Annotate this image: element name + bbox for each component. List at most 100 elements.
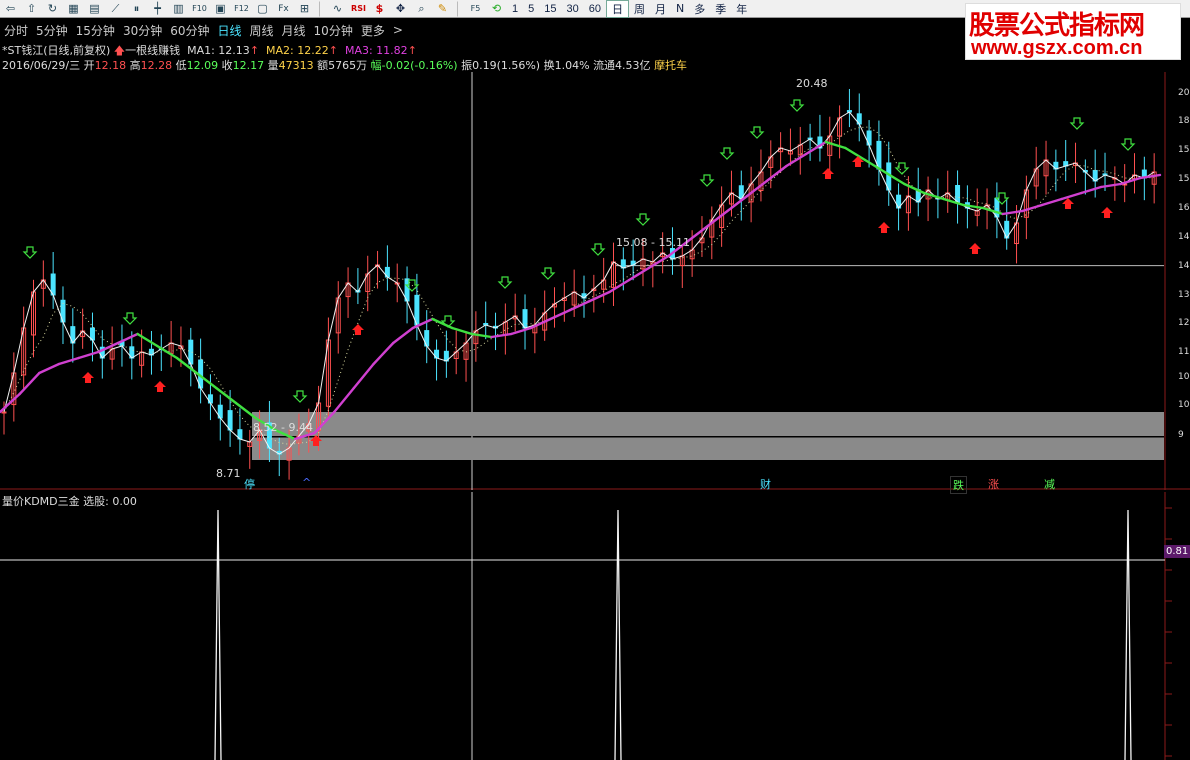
float-value: 流通4.53亿 (593, 59, 651, 72)
close-value: 12.17 (232, 59, 265, 72)
more-chevron-icon[interactable]: > (389, 23, 407, 37)
period-30-button[interactable]: 30 (562, 3, 584, 15)
event-reduce[interactable]: 减 (1042, 476, 1057, 492)
buy-signal-arrow (352, 324, 364, 335)
zoom-icon[interactable]: ⌕ (412, 1, 431, 17)
close-price-line (3, 111, 1155, 455)
period-weekly[interactable]: 周线 (246, 22, 278, 39)
turnover-value: 换1.04% (543, 59, 590, 72)
f5-icon[interactable]: F5 (466, 1, 485, 17)
tab-month[interactable]: 月 (650, 1, 671, 17)
signal-spike (614, 509, 622, 760)
amount-value: 额5765万 (317, 59, 368, 72)
refresh-icon[interactable]: ↻ (43, 1, 62, 17)
period-monthly[interactable]: 月线 (278, 22, 310, 39)
indicator-reading: 0.81 (1164, 545, 1190, 558)
table-icon[interactable]: ▤ (85, 1, 104, 17)
candle-icon[interactable]: ┿ (148, 1, 167, 17)
kline-chart[interactable] (0, 72, 1190, 490)
quote-date: 2016/06/29/三 (2, 59, 81, 72)
sell-signal-arrow (497, 276, 513, 289)
candle-body (50, 273, 56, 296)
period-5-button[interactable]: 5 (523, 3, 539, 15)
y-tick: 9 (1178, 430, 1184, 440)
watermark-url: www.gszx.com.cn (971, 37, 1143, 59)
indicator-chart[interactable] (0, 492, 1190, 760)
f10-icon[interactable]: F10 (190, 1, 209, 17)
high-price-label: 20.48 (796, 77, 828, 90)
period-60-button[interactable]: 60 (584, 3, 606, 15)
pause-icon[interactable]: ⏸ (127, 1, 146, 17)
amplitude-value: 振0.19(1.56%) (461, 59, 541, 72)
period-daily[interactable]: 日线 (214, 22, 246, 39)
tick-icon[interactable]: ▥ (169, 1, 188, 17)
line-chart-icon[interactable]: ⟋ (106, 1, 125, 17)
ma3-falling-segment (215, 386, 238, 405)
buy-signal-arrow (154, 381, 166, 392)
sell-signal-arrow (1069, 117, 1085, 130)
y-tick: 14 (1178, 232, 1190, 242)
tools-icon[interactable]: ⊞ (295, 1, 314, 17)
note-icon[interactable]: ▢ (253, 1, 272, 17)
candle-body (227, 410, 233, 431)
sell-signal-arrow (789, 99, 805, 112)
buy-signal-arrow (1101, 207, 1113, 218)
ma3-rising-segment (352, 362, 375, 390)
event-marker[interactable]: ^ (300, 476, 313, 489)
event-finance[interactable]: 财 (758, 476, 773, 492)
signal-spike (1124, 509, 1132, 760)
y-tick: 10 (1178, 372, 1190, 382)
y-tick: 16 (1178, 203, 1190, 213)
sell-signal-arrow (292, 390, 308, 403)
period-1-button[interactable]: 1 (507, 3, 523, 15)
text-icon[interactable]: ▣ (211, 1, 230, 17)
ma1-up-arrow-icon: ↑ (249, 44, 260, 57)
ma3-rising-segment (608, 278, 631, 294)
pencil-icon[interactable]: ✎ (433, 1, 452, 17)
event-rise[interactable]: 涨 (986, 476, 1001, 492)
fx-icon[interactable]: Fx (274, 1, 293, 17)
tab-week[interactable]: 周 (629, 1, 650, 17)
ma3-rising-segment (529, 317, 552, 330)
buy-signal-arrow (878, 222, 890, 233)
period-60min[interactable]: 60分钟 (166, 22, 213, 39)
tab-day[interactable]: 日 (606, 0, 629, 18)
tab-multi[interactable]: 多 (689, 1, 710, 17)
cross-move-icon[interactable]: ✥ (391, 1, 410, 17)
f12-icon[interactable]: F12 (232, 1, 251, 17)
close-label: 收 (221, 59, 233, 72)
tab-n[interactable]: N (671, 2, 689, 15)
ma2-up-arrow-icon: ↑ (328, 44, 338, 57)
wave-icon[interactable]: ∿ (328, 1, 347, 17)
chart-grid-icon[interactable]: ▦ (64, 1, 83, 17)
ma3-falling-segment (922, 191, 945, 201)
ma3-rising-segment (372, 341, 395, 366)
y-tick: 15 (1178, 145, 1190, 155)
period-more[interactable]: 更多 (357, 22, 389, 39)
period-30min[interactable]: 30分钟 (119, 22, 166, 39)
buy-signal-arrow (822, 168, 834, 179)
toolbar-separator (457, 0, 461, 17)
period-15min[interactable]: 15分钟 (72, 22, 119, 39)
period-10min[interactable]: 10分钟 (310, 22, 357, 39)
period-15-button[interactable]: 15 (539, 3, 561, 15)
ma2-value: MA2: 12.22 (266, 44, 329, 57)
ma3-falling-segment (451, 326, 474, 336)
event-suspend[interactable]: 停 (242, 476, 257, 492)
back-arrow-icon[interactable]: ⇦ (1, 1, 20, 17)
rsi-icon[interactable]: RSI (349, 1, 368, 17)
ma-dotted-line (3, 126, 1155, 445)
buy-signal-arrow (969, 243, 981, 254)
sell-signal-arrow (635, 213, 651, 226)
y-tick: 14 (1178, 261, 1190, 271)
tab-season[interactable]: 季 (710, 1, 731, 17)
sell-signal-arrow (1120, 138, 1136, 151)
dollar-icon[interactable]: $ (370, 1, 389, 17)
ma1-value: MA1: 12.13 (187, 44, 250, 57)
tab-year[interactable]: 年 (731, 1, 752, 17)
y-tick: 20 (1178, 88, 1190, 98)
up-arrow-icon[interactable]: ⇧ (22, 1, 41, 17)
period-fenshi[interactable]: 分时 (0, 22, 32, 39)
cycle-icon[interactable]: ⟲ (487, 1, 506, 17)
period-5min[interactable]: 5分钟 (32, 22, 72, 39)
